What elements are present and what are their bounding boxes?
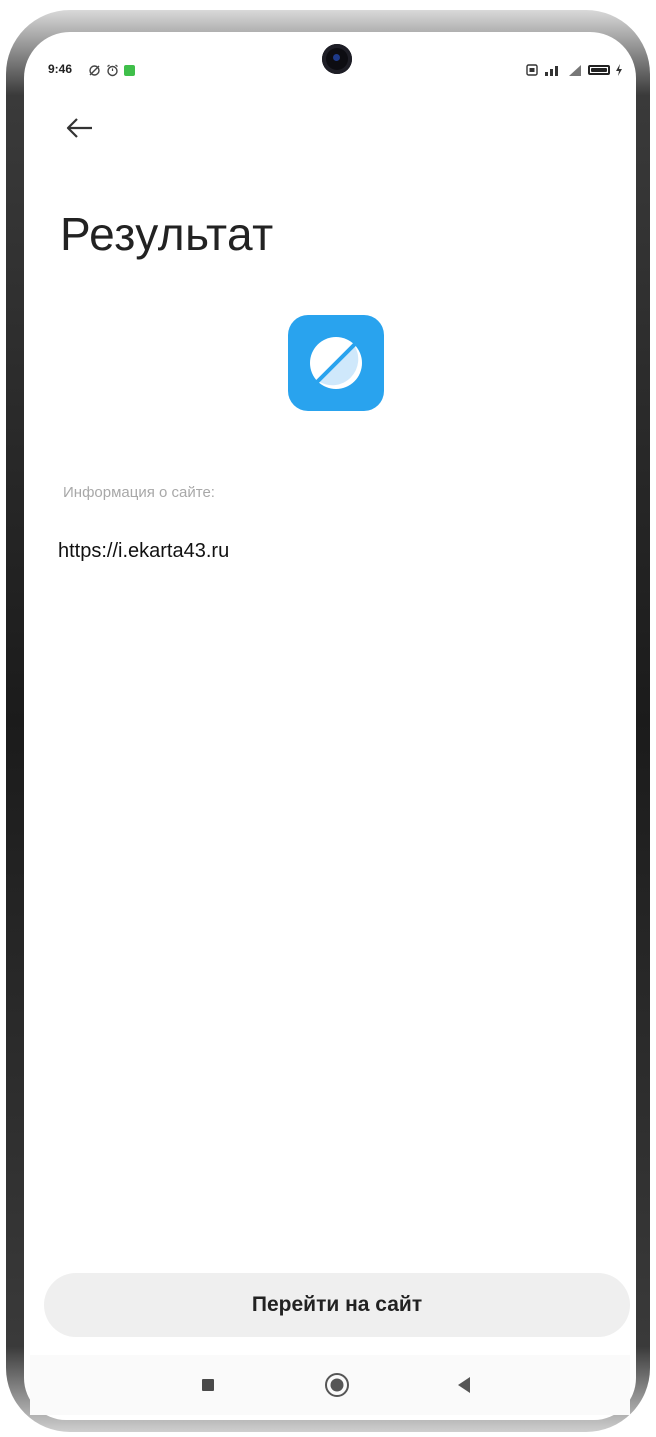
signal-icon	[545, 66, 558, 76]
page-title: Результат	[60, 207, 274, 260]
sync-icon	[89, 64, 100, 76]
charging-icon	[616, 64, 622, 76]
status-left-icons	[88, 60, 135, 80]
site-info-label: Информация о сайте:	[63, 484, 215, 501]
status-time: 9:46	[48, 62, 73, 76]
navigation-bar	[30, 1355, 630, 1415]
alarm-icon	[107, 64, 118, 76]
status-bar: 9:46	[48, 60, 628, 82]
app-notification-icon	[124, 64, 135, 76]
battery-icon	[588, 65, 610, 75]
recent-apps-icon[interactable]	[202, 1379, 214, 1391]
home-icon[interactable]	[324, 1372, 350, 1398]
go-to-site-button[interactable]: Перейти на сайт	[44, 1273, 630, 1337]
status-right-icons	[526, 60, 622, 80]
site-url: https://i.ekarta43.ru	[58, 540, 230, 562]
battery-level	[591, 68, 607, 72]
arrow-left-icon[interactable]	[62, 112, 98, 144]
sim-icon	[526, 64, 538, 76]
signal-icon	[569, 65, 581, 76]
back-icon[interactable]	[456, 1376, 472, 1394]
browser-icon	[288, 315, 384, 411]
